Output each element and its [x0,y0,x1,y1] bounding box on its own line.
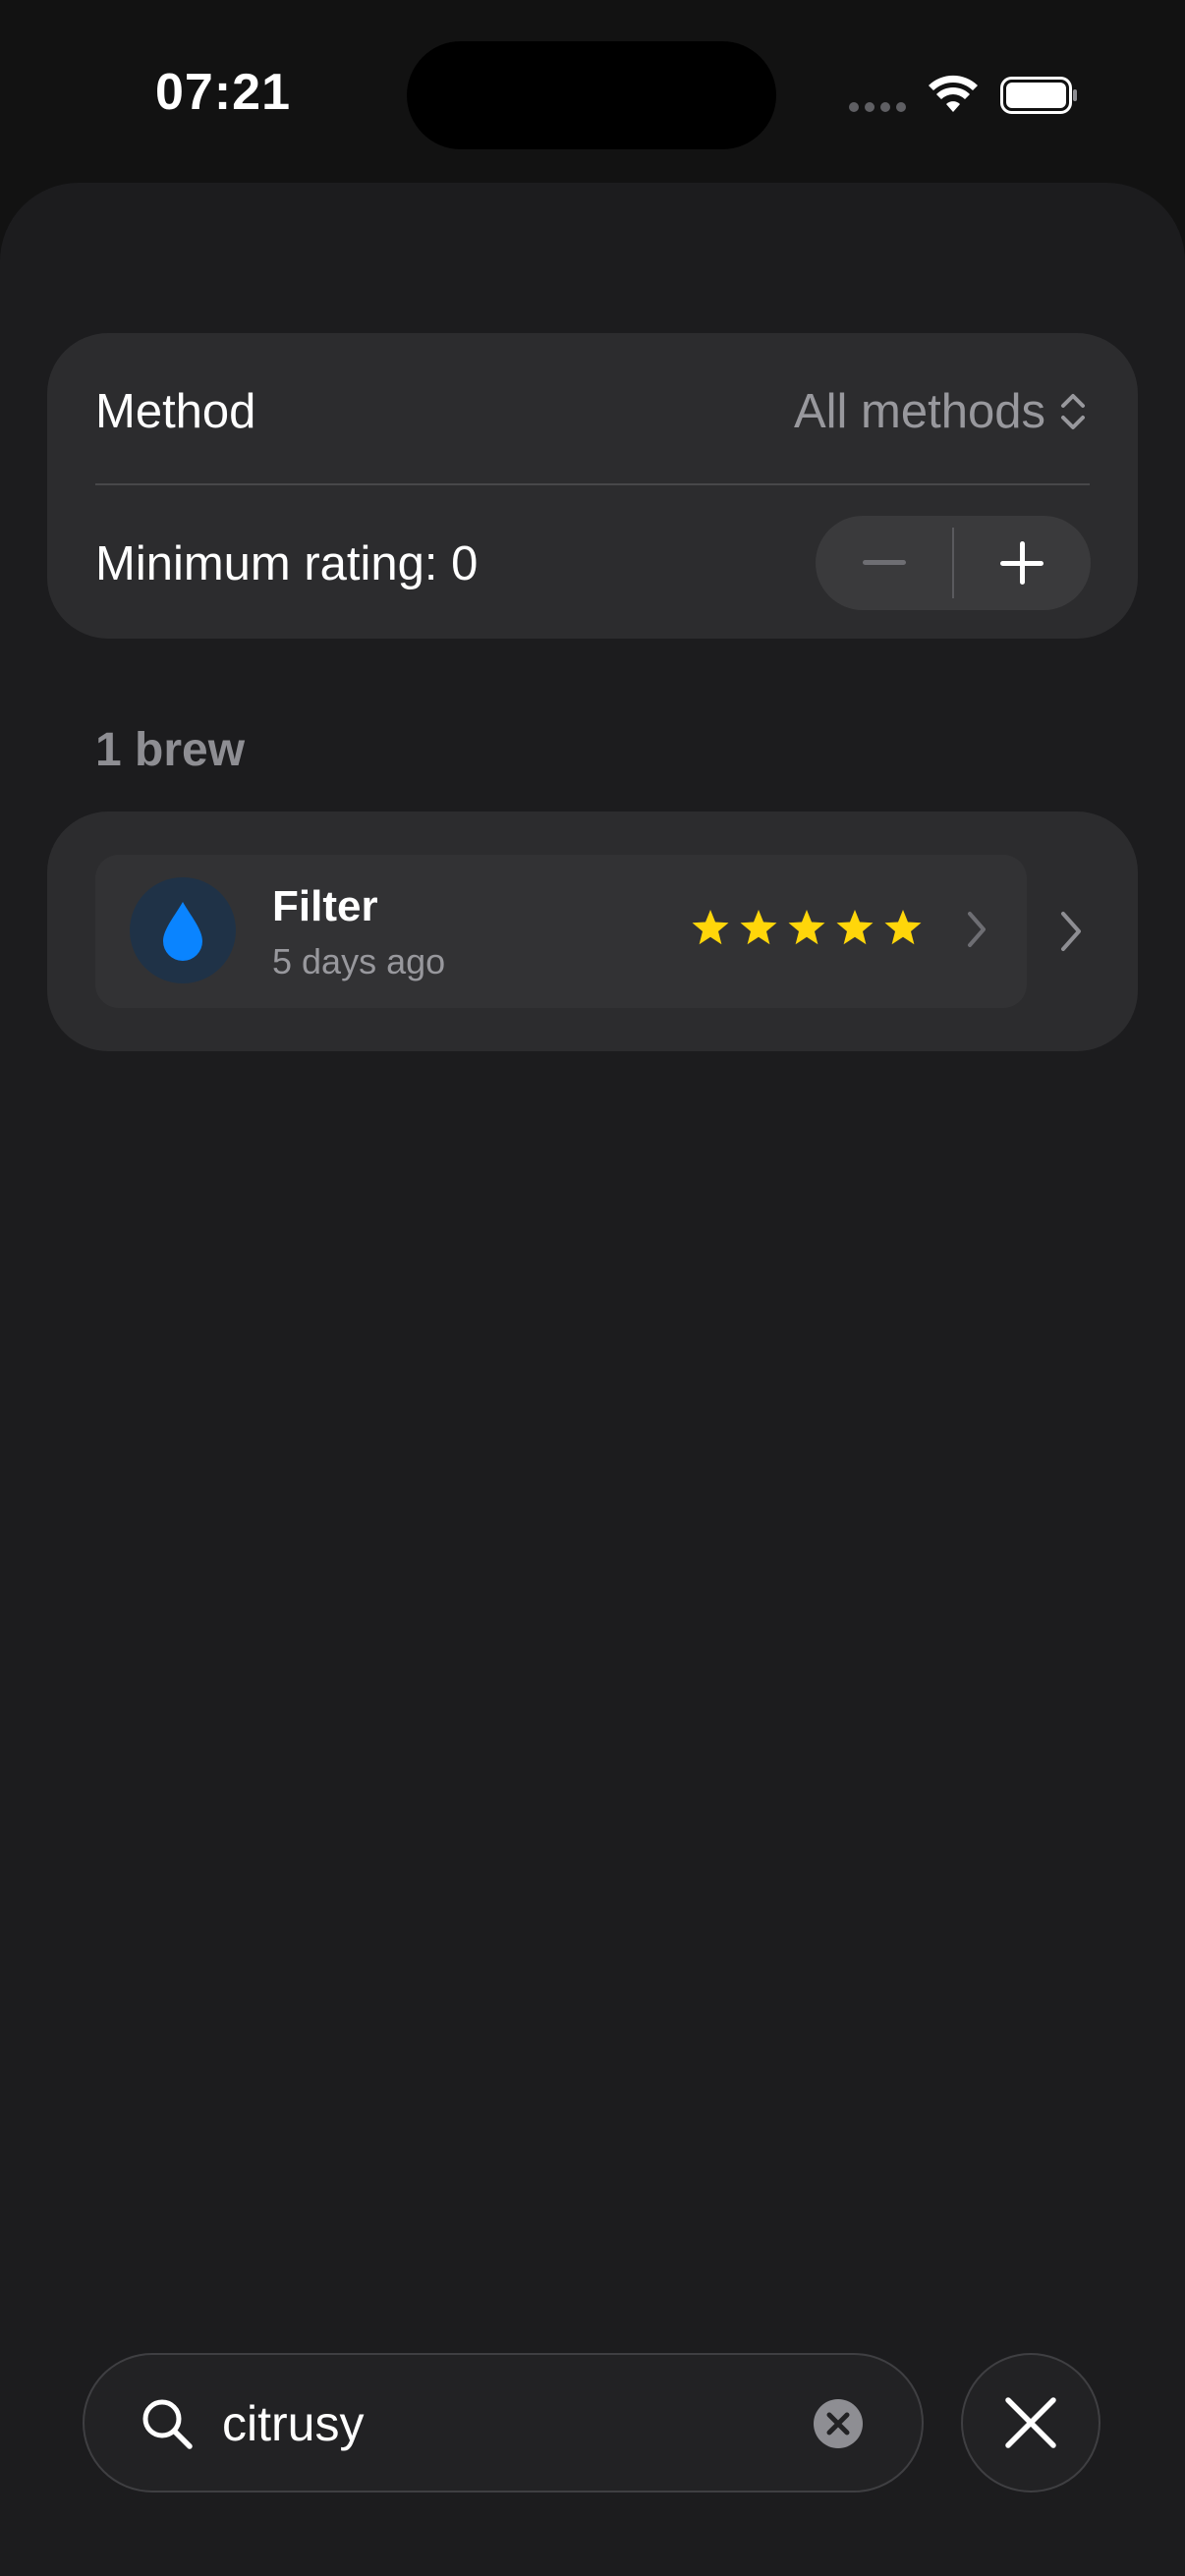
star-icon [788,910,825,945]
cellular-signal-icon [849,102,906,112]
minimum-rating-label: Minimum rating: 0 [95,537,479,590]
method-picker[interactable]: All methods [794,384,1087,439]
brew-title: Filter [272,882,378,930]
chevron-up-down-icon [1061,394,1085,429]
minus-icon [863,560,906,565]
search-input[interactable]: citrusy [222,2395,364,2452]
rating-stepper [816,516,1091,610]
stepper-divider [952,528,954,598]
increment-button[interactable] [953,516,1091,610]
close-icon [1005,2397,1056,2448]
chevron-right-icon [1061,912,1081,951]
wifi-icon [929,75,978,112]
star-icon [884,910,922,945]
divider [95,483,1090,485]
star-rating [691,908,923,947]
screen: 07:21 Method All methods Minimum rating:… [0,0,1185,2576]
method-picker-value: All methods [793,385,1045,438]
drop-icon [163,902,202,961]
star-icon [836,910,874,945]
close-button[interactable] [961,2353,1100,2492]
brew-method-badge [130,877,236,983]
battery-icon [1000,77,1077,114]
star-icon [692,910,729,945]
decrement-button[interactable] [816,516,953,610]
results-count-header: 1 brew [95,724,246,776]
brew-date: 5 days ago [272,941,446,981]
chevron-right-icon [968,912,986,947]
status-time: 07:21 [155,64,291,121]
filter-card: Method All methods Minimum rating: 0 [47,333,1138,639]
dynamic-island [407,41,776,149]
clear-search-icon[interactable] [814,2399,863,2448]
results-card: Filter 5 days ago [47,812,1138,1051]
search-field[interactable]: citrusy [83,2353,924,2492]
list-item[interactable]: Filter 5 days ago [95,855,1027,1008]
star-icon [740,910,777,945]
method-label: Method [95,385,256,438]
plus-icon [1000,541,1044,585]
search-icon [142,2399,193,2449]
